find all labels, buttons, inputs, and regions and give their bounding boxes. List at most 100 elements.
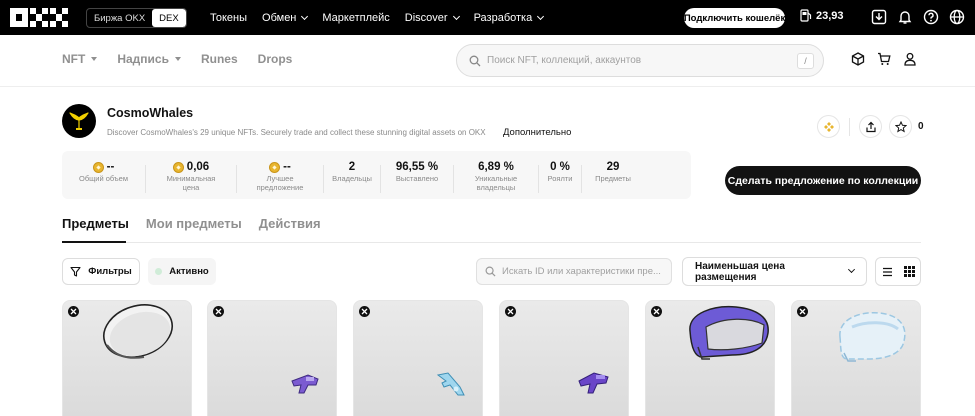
stat-label: Предметы [595, 174, 631, 183]
stat-value: 6,89 % [478, 161, 514, 173]
chevron-down-icon [848, 265, 856, 274]
grid-view-button[interactable] [898, 258, 920, 285]
stat-total-volume: -- Общий объем [62, 161, 145, 184]
read-more-link[interactable]: Дополнительно [503, 127, 571, 138]
item-search [476, 258, 672, 285]
stat-label: Выставлено [395, 174, 439, 183]
favorite-button[interactable] [889, 115, 912, 138]
collection-offer-button[interactable]: Сделать предложение по коллекции [725, 166, 921, 195]
stat-best-offer: -- Лучшее предложение [237, 161, 323, 192]
collection-name: CosmoWhales [107, 106, 194, 120]
globe-icon[interactable] [948, 8, 966, 26]
balance-indicator[interactable]: 23,93 [800, 9, 844, 22]
nav-develop[interactable]: Разработка [473, 11, 545, 24]
item-search-input[interactable] [502, 266, 667, 277]
status-dot [155, 268, 163, 275]
nav-swap-label: Обмен [262, 11, 297, 24]
bell-icon[interactable] [896, 8, 914, 26]
chain-x-icon [359, 306, 370, 317]
filters-label: Фильтры [88, 266, 132, 277]
status-active-chip[interactable]: Активно [148, 258, 216, 285]
nft-card[interactable] [207, 300, 337, 416]
grid-icon [903, 266, 915, 277]
nft-card[interactable] [499, 300, 629, 416]
stat-value: -- [106, 161, 115, 173]
collection-stats: -- Общий объем 0,06 Минимальная цена -- … [62, 151, 691, 199]
purple-blaster-artwork [291, 374, 319, 394]
collection-description: Discover CosmoWhales's 29 unique NFTs. S… [107, 128, 486, 137]
tab-my-items[interactable]: Мои предметы [146, 216, 242, 231]
nft-card[interactable] [645, 300, 775, 416]
stat-value: 0 % [550, 161, 570, 173]
caret-down-icon [91, 57, 98, 61]
stat-value: 0,06 [186, 161, 210, 173]
list-view-button[interactable] [876, 258, 898, 285]
sort-selected-label: Наименьшая цена размещения [695, 260, 785, 283]
share-button[interactable] [859, 115, 882, 138]
oval-mirror-artwork [103, 304, 173, 359]
chevron-down-icon [452, 12, 460, 20]
purple-blaster-artwork [578, 372, 609, 394]
sort-dropdown[interactable]: Наименьшая цена размещения [682, 257, 867, 286]
nav-swap[interactable]: Обмен [262, 11, 309, 24]
nft-card[interactable] [791, 300, 921, 416]
view-toggle [875, 257, 921, 286]
whale-tail-logo [69, 112, 89, 130]
tabs-divider [62, 242, 921, 243]
stat-items: 29 Предметы [582, 161, 644, 184]
bnb-icon [823, 121, 834, 132]
stat-owners: 2 Владельцы [324, 161, 380, 184]
tab-drops[interactable]: Drops [258, 52, 293, 66]
filter-icon [70, 266, 81, 277]
download-icon[interactable] [870, 8, 888, 26]
top-nav: Токены Обмен Маркетплейс Discover Разраб… [210, 0, 545, 35]
exchange-toggle: Биржа OKX DEX [86, 8, 187, 28]
tab-inscriptions[interactable]: Надпись [117, 52, 181, 66]
help-icon[interactable] [922, 8, 940, 26]
tab-nft[interactable]: NFT [62, 52, 98, 66]
favorites-count: 0 [918, 121, 924, 132]
tab-items[interactable]: Предметы [62, 216, 129, 231]
global-search: / [456, 44, 824, 77]
share-icon [865, 121, 876, 132]
coin-icon [172, 161, 184, 173]
user-icon[interactable] [903, 52, 917, 71]
chain-x-icon [505, 306, 516, 317]
cart-icon[interactable] [877, 52, 891, 71]
okx-logo[interactable] [10, 8, 68, 27]
chain-badge[interactable] [817, 115, 840, 138]
toggle-dex[interactable]: DEX [152, 9, 186, 27]
content-tabs: Предметы Мои предметы Действия [62, 216, 321, 231]
nav-marketplace-label: Маркетплейс [322, 11, 390, 24]
stat-label: Уникальные владельцы [474, 174, 518, 192]
filters-button[interactable]: Фильтры [62, 258, 140, 285]
tab-runes[interactable]: Runes [201, 52, 238, 66]
tab-nft-label: NFT [62, 52, 86, 66]
cube-icon[interactable] [851, 52, 865, 71]
nav-tokens[interactable]: Токены [210, 12, 247, 24]
nav-discover[interactable]: Discover [405, 12, 460, 24]
nav-marketplace[interactable]: Маркетплейс [322, 12, 389, 24]
purple-visor-helmet-artwork [689, 305, 769, 360]
nft-card[interactable] [62, 300, 192, 416]
nft-card[interactable] [353, 300, 483, 416]
secondary-nav: NFT Надпись Runes Drops / [0, 35, 975, 87]
connect-wallet-button[interactable]: Подключить кошелёк [684, 8, 785, 28]
nav-develop-label: Разработка [473, 11, 533, 24]
toggle-exchange[interactable]: Биржа OKX [87, 9, 152, 27]
search-icon [485, 266, 496, 277]
chain-x-icon [213, 306, 224, 317]
search-input[interactable] [487, 55, 787, 66]
nav-tokens-label: Токены [210, 11, 248, 24]
chevron-down-icon [301, 12, 309, 20]
tab-activity[interactable]: Действия [259, 216, 321, 231]
stat-unique-owners: 6,89 % Уникальные владельцы [454, 161, 538, 192]
balance-value: 23,93 [816, 9, 844, 22]
coin-icon [269, 161, 281, 173]
stat-value: 29 [606, 161, 620, 173]
stat-label: Минимальная цена [166, 174, 216, 192]
chain-x-icon [797, 306, 808, 317]
stat-label: Владельцы [332, 174, 372, 183]
gas-icon [800, 9, 812, 22]
top-bar: Биржа OKX DEX Токены Обмен Маркетплейс D… [0, 0, 975, 35]
